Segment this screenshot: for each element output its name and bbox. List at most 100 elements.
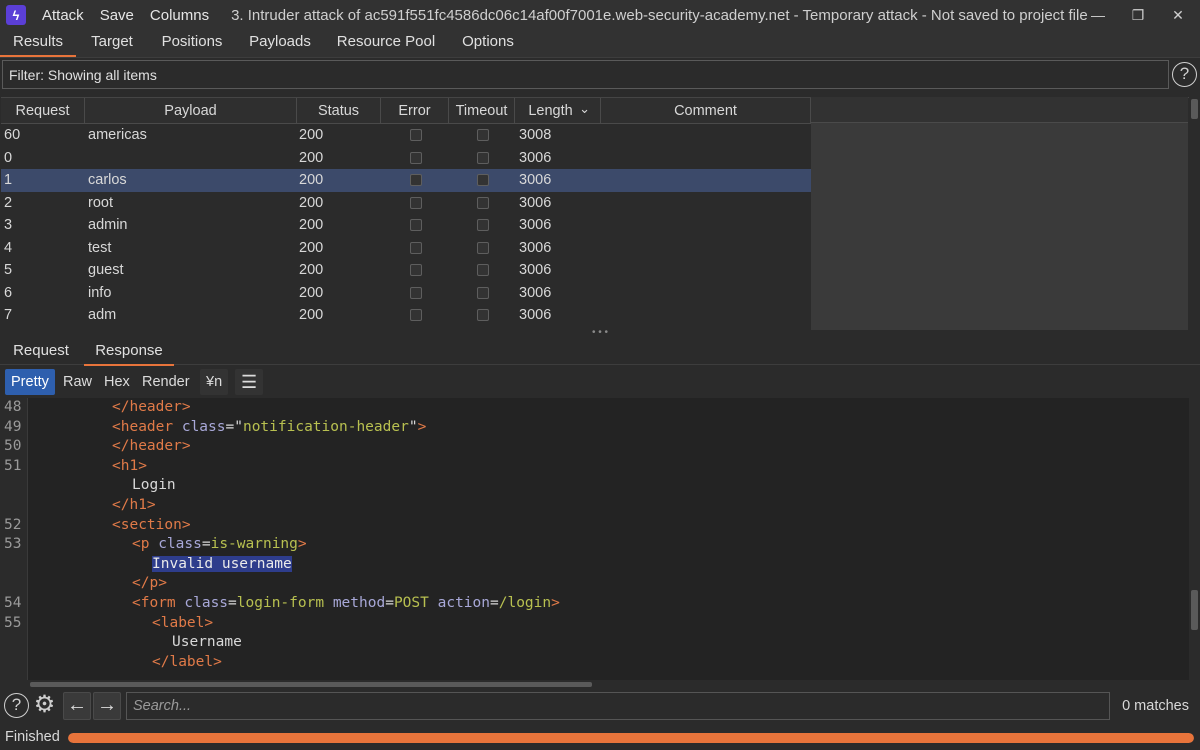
code-token: =" [225, 418, 243, 435]
line-gutter: 48 49 50 51 52 53 54 55 [0, 398, 28, 680]
menu-attack[interactable]: Attack [42, 7, 84, 24]
newline-toggle-button[interactable]: ¥n [200, 369, 229, 395]
error-checkbox [410, 286, 422, 299]
cell-request: 1 [4, 172, 13, 188]
pretty-button[interactable]: Pretty [5, 369, 55, 395]
col-payload[interactable]: Payload [85, 98, 297, 124]
table-row[interactable]: 0 200 3006 [1, 147, 811, 170]
table-row[interactable]: 7 adm 200 3006 [1, 304, 811, 327]
tab-payloads[interactable]: Payloads [242, 33, 318, 57]
editor-hscroll-thumb[interactable] [30, 682, 592, 687]
code-token: class [158, 536, 202, 553]
restore-icon[interactable]: ❐ [1118, 0, 1158, 30]
menu-columns[interactable]: Columns [150, 7, 209, 24]
close-icon[interactable]: ✕ [1158, 0, 1198, 30]
col-request[interactable]: Request [1, 98, 85, 124]
pane-splitter[interactable]: • • • [0, 328, 1200, 338]
code-token: class [181, 418, 226, 435]
tab-response[interactable]: Response [84, 342, 174, 366]
response-editor[interactable]: 48 49 50 51 52 53 54 55 </header> <header class=… [0, 398, 1200, 680]
render-button[interactable]: Render [136, 369, 196, 395]
table-row[interactable]: 5 guest 200 3006 [1, 259, 811, 282]
cell-payload: root [88, 194, 113, 211]
col-error[interactable]: Error [381, 98, 449, 124]
code-token: Login [132, 477, 176, 494]
tab-request[interactable]: Request [6, 342, 76, 366]
tab-options[interactable]: Options [452, 33, 524, 57]
cell-payload: carlos [88, 172, 127, 188]
cell-request: 6 [4, 284, 13, 301]
table-row[interactable]: 1 carlos 200 3006 [1, 169, 811, 192]
table-row[interactable]: 6 info 200 3006 [1, 282, 811, 305]
arrow-right-icon[interactable]: → [93, 692, 121, 720]
code-token: class [184, 595, 229, 611]
code-token: = [201, 536, 211, 553]
results-scrollbar[interactable] [1189, 97, 1200, 330]
code-token: = [385, 595, 394, 611]
table-header: Request Payload Status Error Timeout Len… [1, 98, 811, 124]
cell-payload: adm [88, 307, 117, 323]
code-token: action [437, 595, 490, 611]
editor-scrollbar[interactable] [1189, 398, 1200, 680]
code-token: <p [132, 536, 159, 553]
cell-length: 3006 [519, 239, 552, 256]
hex-button[interactable]: Hex [98, 369, 136, 395]
code-token: Username [172, 634, 242, 651]
raw-button[interactable]: Raw [57, 369, 98, 395]
cell-request: 0 [4, 149, 13, 166]
code-token: </header> [112, 399, 191, 415]
cell-status: 200 [299, 149, 324, 166]
tab-positions[interactable]: Positions [154, 33, 230, 57]
message-tab-bar: Request Response [0, 337, 1200, 366]
code-token: > [297, 536, 307, 553]
timeout-checkbox [477, 219, 489, 231]
cell-request: 60 [4, 127, 21, 143]
col-timeout[interactable]: Timeout [449, 98, 515, 124]
cell-status: 200 [299, 194, 324, 211]
timeout-checkbox [477, 241, 489, 254]
cell-status: 200 [299, 262, 324, 278]
col-length[interactable]: Length ⌄ [515, 98, 601, 124]
line-number: 49 [4, 418, 22, 435]
line-number: 53 [4, 536, 22, 553]
help-icon[interactable]: ? [1172, 62, 1197, 87]
cell-payload: info [88, 284, 112, 301]
table-row[interactable]: 3 admin 200 3006 [1, 214, 811, 237]
code-line: <header class="notification-header"> [112, 419, 426, 435]
col-comment[interactable]: Comment [601, 98, 811, 124]
cell-length: 3006 [519, 262, 552, 278]
arrow-left-icon[interactable]: ← [63, 692, 91, 720]
progress-fill [68, 733, 1194, 743]
code-token: <h1> [112, 457, 147, 474]
tab-target[interactable]: Target [80, 33, 144, 57]
settings-gear-icon[interactable]: ⚙ [32, 693, 57, 718]
cell-status: 200 [299, 284, 324, 301]
search-input[interactable] [126, 692, 1110, 720]
cell-length: 3006 [519, 307, 552, 323]
timeout-checkbox [477, 129, 489, 141]
cell-request: 2 [4, 194, 13, 211]
cell-length: 3006 [519, 172, 552, 188]
error-checkbox [410, 174, 422, 186]
menu-save[interactable]: Save [100, 7, 134, 24]
code-token: <label> [152, 614, 214, 631]
tab-resource-pool[interactable]: Resource Pool [332, 33, 440, 57]
editor-scroll-thumb[interactable] [1191, 590, 1198, 630]
minimize-icon[interactable]: — [1078, 0, 1118, 30]
help-icon[interactable]: ? [4, 693, 29, 718]
hamburger-menu-icon[interactable]: ☰ [235, 369, 263, 395]
filter-bar[interactable]: Filter: Showing all items [2, 60, 1169, 89]
table-row[interactable]: 2 root 200 3006 [1, 192, 811, 215]
table-row[interactable]: 60 americas 200 3008 [1, 124, 811, 147]
timeout-checkbox [477, 151, 489, 164]
col-status[interactable]: Status [297, 98, 381, 124]
table-row[interactable]: 4 test 200 3006 [1, 237, 811, 260]
code-token: method [332, 595, 386, 611]
code-token: = [490, 595, 499, 611]
line-number: 51 [4, 457, 22, 474]
cell-request: 5 [4, 262, 13, 278]
timeout-checkbox [477, 309, 489, 321]
tab-results[interactable]: Results [0, 33, 76, 57]
cell-length: 3006 [519, 149, 552, 166]
results-scroll-thumb[interactable] [1191, 99, 1198, 119]
